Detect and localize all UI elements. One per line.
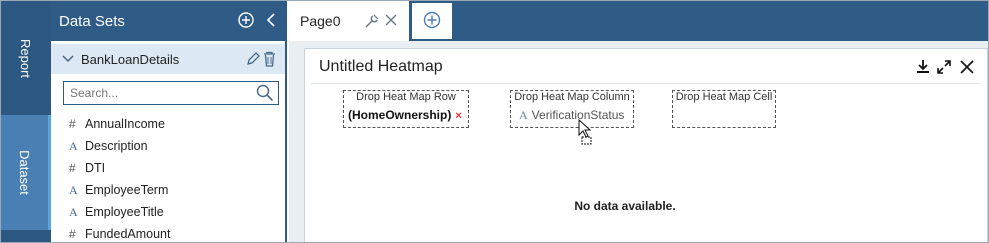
datasets-panel: Data Sets BankLoanDetails Search... # An… (51, 1, 287, 242)
field-item[interactable]: A EmployeeTerm (69, 180, 168, 200)
add-dataset-icon[interactable] (237, 11, 255, 29)
field-item[interactable]: A Description (69, 136, 148, 156)
add-page-button[interactable] (412, 3, 452, 39)
drop-column-label: Drop Heat Map Column (514, 91, 630, 103)
no-data-message: No data available. (574, 199, 676, 213)
rail-tab-dataset[interactable]: Dataset (1, 115, 51, 230)
field-item[interactable]: # FundedAmount (69, 224, 171, 242)
field-item[interactable]: # DTI (69, 158, 105, 178)
column-field-chip[interactable]: A VerificationStatus (519, 108, 624, 123)
rail-tab-report-label: Report (18, 38, 34, 78)
heatmap-widget: Untitled Heatmap Drop Heat Map Row (Home… (304, 48, 988, 242)
drop-zone-row[interactable]: Drop Heat Map Row (HomeOwnership) × (343, 90, 469, 128)
drop-row-label: Drop Heat Map Row (356, 91, 456, 103)
text-type-icon: A (69, 182, 78, 197)
side-rail: Report Dataset (1, 1, 51, 242)
tab-page0-label: Page0 (300, 13, 341, 29)
field-item[interactable]: A EmployeeTitle (69, 202, 164, 222)
rail-bottom (1, 230, 51, 242)
field-name: FundedAmount (85, 227, 171, 241)
drag-cursor-icon (578, 118, 594, 148)
chevron-down-icon[interactable] (62, 53, 74, 67)
search-icon[interactable] (256, 84, 274, 105)
datasets-title: Data Sets (59, 12, 125, 30)
add-page-icon (423, 11, 441, 32)
number-type-icon: # (69, 161, 76, 175)
field-name: EmployeeTerm (85, 183, 169, 197)
download-icon[interactable] (915, 59, 931, 75)
text-type-icon: A (69, 204, 78, 219)
remove-row-field-icon[interactable]: × (455, 110, 461, 122)
drop-cell-label: Drop Heat Map Cell (675, 91, 773, 103)
pencil-icon[interactable] (246, 51, 260, 70)
field-item[interactable]: # AnnualIncome (69, 114, 165, 134)
drop-zone-cell[interactable]: Drop Heat Map Cell (672, 90, 776, 128)
rail-tab-report[interactable]: Report (1, 1, 51, 115)
dataset-item-row[interactable]: BankLoanDetails (51, 44, 285, 74)
widget-title: Untitled Heatmap (319, 58, 443, 75)
expand-icon[interactable] (936, 59, 952, 75)
text-type-icon: A (69, 138, 78, 153)
rail-tab-dataset-label: Dataset (17, 150, 32, 195)
widget-divider (311, 83, 981, 84)
collapse-panel-icon[interactable] (262, 11, 280, 29)
row-field-name: (HomeOwnership) (348, 108, 452, 122)
page-tab-strip: Page0 (289, 1, 988, 41)
dataset-item-name: BankLoanDetails (81, 52, 180, 67)
text-type-icon: A (519, 108, 528, 122)
wrench-icon[interactable] (364, 13, 380, 32)
number-type-icon: # (69, 117, 76, 131)
field-name: Description (85, 139, 148, 153)
number-type-icon: # (69, 227, 76, 241)
close-widget-icon[interactable] (959, 59, 975, 75)
trash-icon[interactable] (263, 51, 276, 70)
app-root: Report Dataset Data Sets BankLoanDetails (0, 0, 989, 243)
field-name: AnnualIncome (85, 117, 165, 131)
field-name: EmployeeTitle (85, 205, 164, 219)
tab-page0[interactable]: Page0 (289, 1, 409, 41)
row-field-chip[interactable]: (HomeOwnership) × (348, 108, 462, 122)
field-name: DTI (85, 161, 106, 175)
close-tab-icon[interactable] (384, 13, 398, 30)
search-input[interactable] (64, 82, 249, 104)
drop-zone-column[interactable]: Drop Heat Map Column A VerificationStatus (510, 90, 634, 128)
search-box (63, 81, 279, 105)
canvas-area: Untitled Heatmap Drop Heat Map Row (Home… (289, 41, 988, 242)
datasets-header: Data Sets (51, 1, 285, 41)
